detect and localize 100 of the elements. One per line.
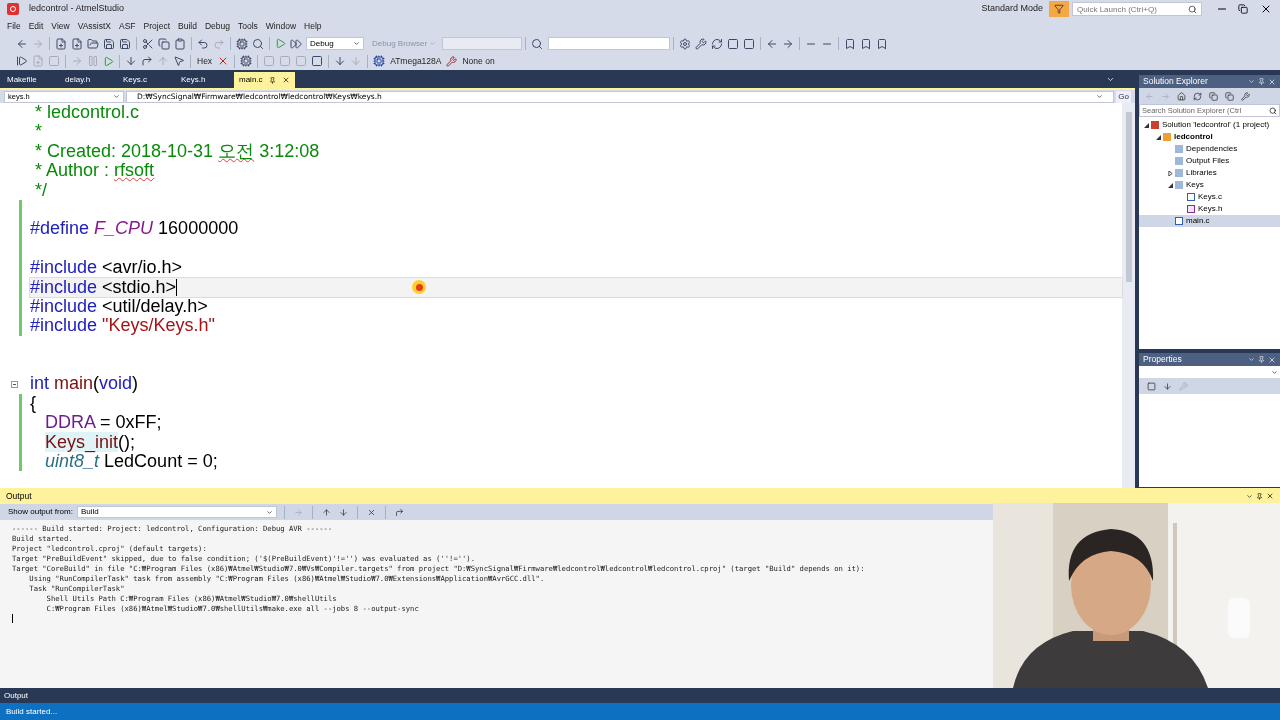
tab-list-icon[interactable] bbox=[1106, 75, 1115, 84]
properties-icon[interactable] bbox=[1241, 91, 1250, 101]
next-bookmark-icon[interactable] bbox=[876, 37, 889, 50]
close-icon[interactable] bbox=[1260, 3, 1272, 15]
go-button[interactable]: Go bbox=[1116, 90, 1131, 103]
sync-icon[interactable] bbox=[1193, 91, 1202, 101]
find-field[interactable] bbox=[548, 37, 671, 50]
tool-button[interactable]: None on bbox=[459, 54, 498, 68]
home-icon[interactable] bbox=[1177, 91, 1186, 101]
menu-item[interactable]: Help bbox=[300, 20, 326, 33]
restore-icon[interactable] bbox=[1238, 4, 1248, 14]
find-icon[interactable] bbox=[531, 37, 544, 50]
back-icon[interactable] bbox=[16, 37, 28, 50]
menu-item[interactable]: File bbox=[3, 20, 25, 33]
close-icon[interactable] bbox=[1266, 492, 1274, 500]
search-icon[interactable] bbox=[252, 37, 264, 50]
editor-tab[interactable]: main.c bbox=[234, 72, 295, 88]
editor-tab[interactable]: Keys.h bbox=[176, 72, 234, 88]
start-icon[interactable] bbox=[275, 38, 286, 49]
pin-icon[interactable] bbox=[1256, 492, 1263, 500]
word-wrap-icon[interactable] bbox=[394, 507, 404, 517]
close-icon[interactable] bbox=[281, 76, 290, 84]
paste-icon[interactable] bbox=[174, 37, 186, 50]
device-button[interactable]: ATmega128A bbox=[387, 54, 445, 68]
tree-item[interactable]: Keys.h bbox=[1139, 203, 1280, 215]
code-line: #include <avr/io.h> bbox=[30, 258, 184, 278]
filter-button[interactable] bbox=[1049, 1, 1069, 17]
step-over-icon[interactable] bbox=[141, 55, 153, 67]
caret-icon bbox=[353, 40, 360, 47]
menu-item[interactable]: Debug bbox=[200, 20, 234, 33]
source-dropdown[interactable]: Build bbox=[76, 506, 277, 518]
save-icon[interactable] bbox=[103, 37, 115, 50]
menu-item[interactable]: Tools bbox=[234, 20, 262, 33]
menu-item[interactable]: Edit bbox=[24, 20, 48, 33]
pin-icon[interactable] bbox=[1258, 78, 1265, 85]
show-all-icon[interactable] bbox=[1225, 91, 1234, 101]
editor-tab[interactable]: Makefile bbox=[2, 72, 60, 88]
tree-item[interactable]: Keys.c bbox=[1139, 191, 1280, 203]
expand-icon[interactable] bbox=[1167, 170, 1173, 176]
step-into-icon[interactable] bbox=[125, 55, 137, 67]
menu-item[interactable]: Build bbox=[174, 20, 201, 33]
bookmark-icon[interactable] bbox=[844, 37, 857, 50]
step-icon[interactable] bbox=[16, 55, 28, 67]
menu-item[interactable]: Project bbox=[139, 20, 175, 33]
pointer-icon[interactable] bbox=[173, 55, 185, 67]
fold-icon[interactable] bbox=[11, 380, 18, 388]
chip-icon[interactable] bbox=[236, 37, 248, 50]
panel-menu-icon[interactable] bbox=[1246, 492, 1253, 500]
tree-item[interactable]: Output Files bbox=[1139, 155, 1280, 167]
editor-tab[interactable]: delay.h bbox=[60, 72, 118, 88]
output-tab[interactable]: Output bbox=[4, 689, 28, 702]
tree-item[interactable]: main.c bbox=[1139, 215, 1280, 227]
outdent-icon[interactable] bbox=[766, 37, 779, 50]
collapse-all-icon[interactable] bbox=[1209, 91, 1218, 101]
next-message-icon[interactable] bbox=[338, 507, 348, 517]
run-icon[interactable] bbox=[290, 37, 302, 50]
previous-message-icon[interactable] bbox=[321, 507, 331, 517]
save-all-icon[interactable] bbox=[119, 37, 131, 50]
add-item-icon[interactable] bbox=[71, 37, 83, 50]
device-chip-icon[interactable] bbox=[373, 55, 386, 67]
hex-button[interactable]: Hex bbox=[194, 54, 216, 68]
new-file-icon[interactable] bbox=[55, 37, 67, 50]
tree-item[interactable]: Keys bbox=[1139, 179, 1280, 191]
editor-tab[interactable]: Keys.c bbox=[118, 72, 176, 88]
undo-icon[interactable] bbox=[197, 37, 209, 50]
code-line: * ledcontrol.c bbox=[34, 103, 141, 123]
cut-icon[interactable] bbox=[142, 37, 154, 50]
vertical-scrollbar[interactable] bbox=[1122, 103, 1135, 488]
panel-menu-icon[interactable] bbox=[1248, 78, 1255, 85]
refresh-icon[interactable] bbox=[711, 37, 724, 50]
copy-icon[interactable] bbox=[158, 37, 170, 50]
configuration-dropdown[interactable]: Debug bbox=[306, 37, 364, 50]
indent-icon[interactable] bbox=[782, 37, 795, 50]
menu-item[interactable]: VAssistX bbox=[73, 20, 116, 33]
download-icon[interactable] bbox=[334, 55, 347, 67]
continue-icon[interactable] bbox=[103, 55, 114, 67]
quick-launch-box[interactable]: Quick Launch (Ctrl+Q) bbox=[1072, 2, 1202, 16]
menu-item[interactable]: ASF bbox=[115, 20, 140, 33]
open-icon[interactable] bbox=[87, 37, 99, 50]
tree-item[interactable]: ledcontrol bbox=[1139, 131, 1280, 143]
quick-launch-field[interactable]: Quick Launch (Ctrl+Q) bbox=[1073, 3, 1188, 15]
memory-icon[interactable] bbox=[240, 55, 253, 67]
tree-item[interactable]: Libraries bbox=[1139, 167, 1280, 179]
menu-item[interactable]: View bbox=[47, 20, 74, 33]
settings-icon[interactable] bbox=[679, 37, 692, 50]
sort-icon[interactable] bbox=[1163, 381, 1172, 391]
tree-item[interactable]: Dependencies bbox=[1139, 143, 1280, 155]
search-icon[interactable] bbox=[1269, 106, 1277, 115]
pin-icon[interactable] bbox=[268, 76, 276, 84]
search-icon[interactable] bbox=[1188, 4, 1197, 14]
clear-all-icon[interactable] bbox=[366, 507, 376, 517]
collapse-icon[interactable] bbox=[1167, 182, 1173, 188]
status-text: Build started... bbox=[6, 705, 58, 718]
previous-bookmark-icon[interactable] bbox=[860, 37, 873, 50]
tree-item[interactable]: Solution 'ledcontrol' (1 project) bbox=[1139, 119, 1280, 131]
menu-item[interactable]: Window bbox=[261, 20, 301, 33]
tool-icon[interactable] bbox=[446, 55, 458, 67]
panel-menu-icon[interactable] bbox=[1248, 356, 1255, 363]
pin-icon[interactable] bbox=[1258, 356, 1265, 363]
wrench-icon[interactable] bbox=[695, 37, 708, 50]
